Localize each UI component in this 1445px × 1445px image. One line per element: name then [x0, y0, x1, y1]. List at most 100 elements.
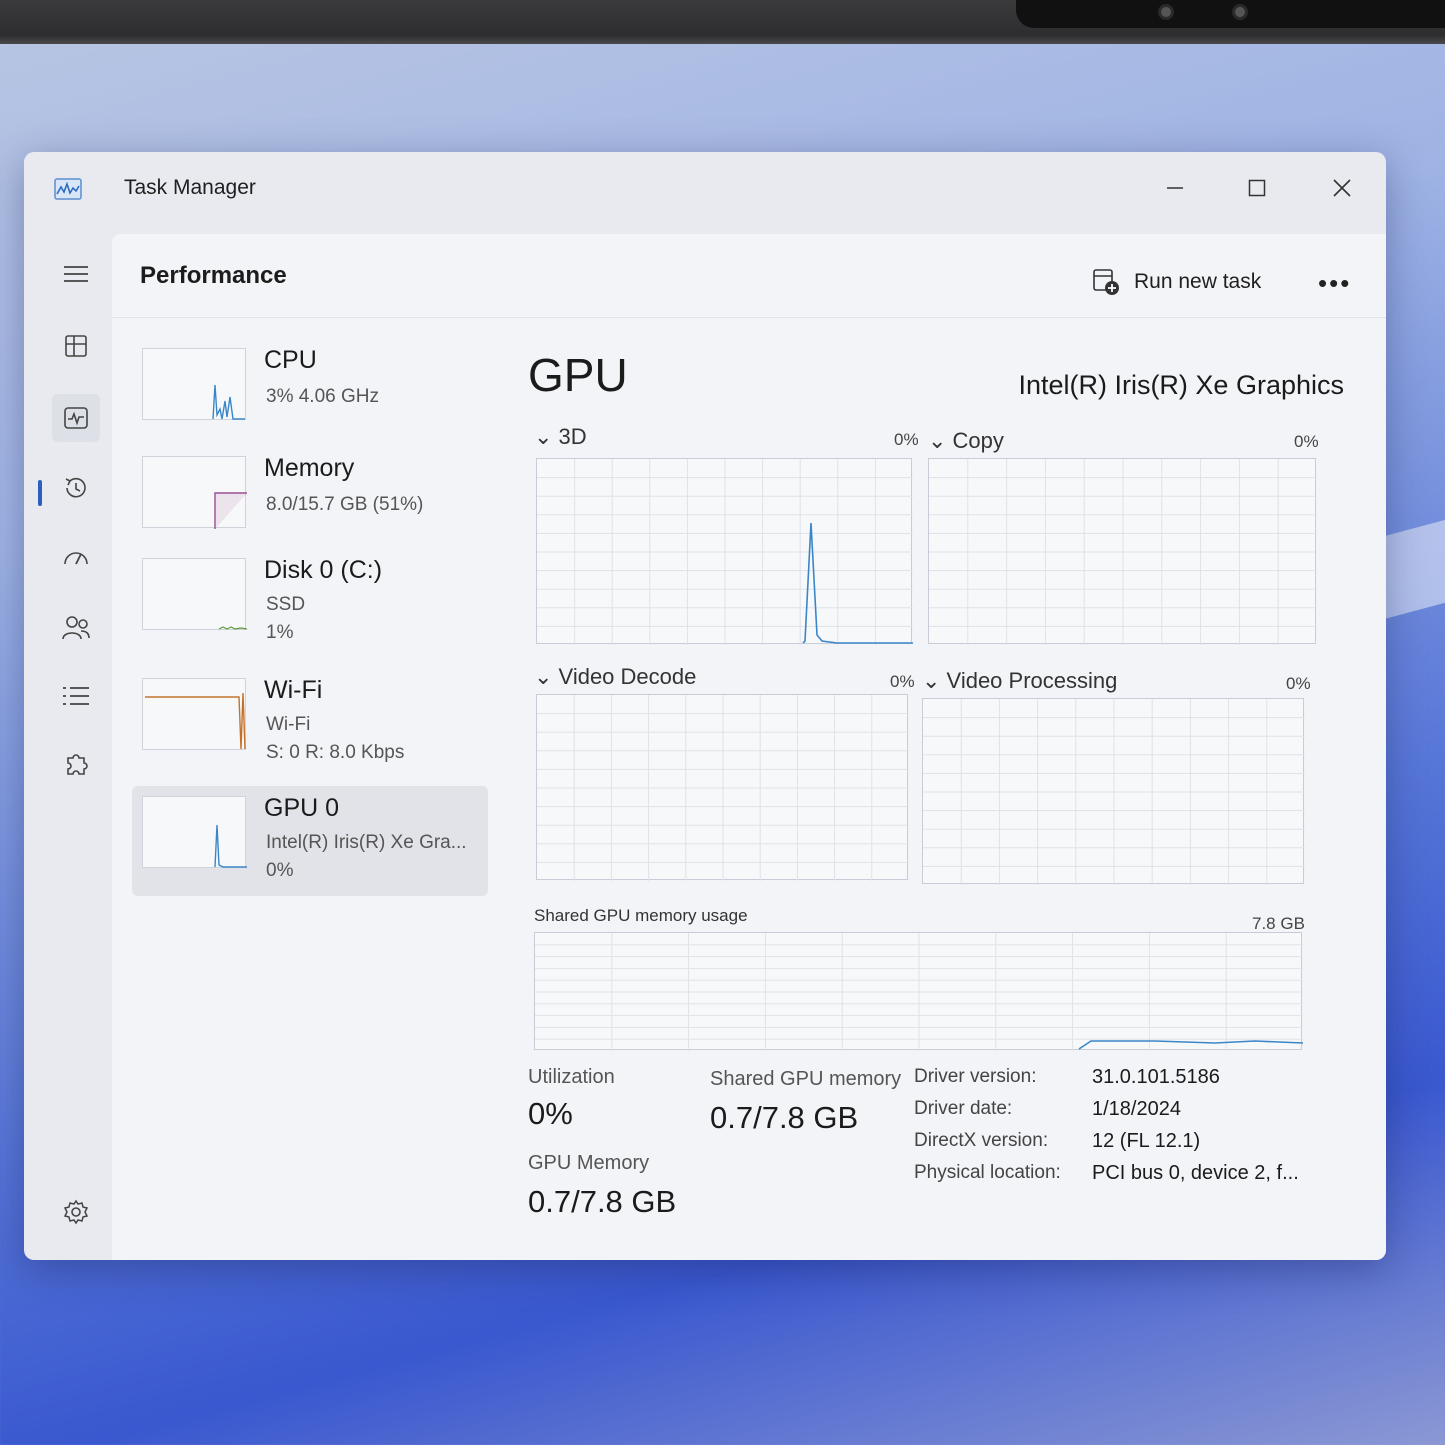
close-icon	[1333, 179, 1351, 197]
hamburger-menu-button[interactable]	[52, 250, 100, 298]
device-name: Wi-Fi	[264, 676, 323, 704]
chevron-down-icon: ⌄	[928, 428, 953, 453]
app-history-icon	[65, 477, 86, 498]
performance-icon	[64, 407, 88, 429]
engine-selector-video-decode[interactable]: ⌄ Video Decode	[534, 664, 696, 690]
directx-version-value: 12 (FL 12.1)	[1092, 1130, 1201, 1152]
graph-gridlines	[923, 699, 1305, 885]
graph-gridlines	[929, 459, 1317, 645]
gpu-memory-value: 0.7/7.8 GB	[528, 1184, 677, 1219]
navigation-rail	[24, 228, 112, 1260]
close-button[interactable]	[1319, 168, 1365, 208]
wifi-thumbnail-graph	[142, 678, 246, 750]
graph-gridlines	[535, 933, 1303, 1051]
chevron-down-icon: ⌄	[922, 668, 947, 693]
page-header: Performance Run new task •••	[112, 234, 1386, 318]
chevron-down-icon: ⌄	[534, 664, 559, 689]
nav-processes[interactable]	[52, 322, 100, 370]
device-item-disk[interactable]: Disk 0 (C:) SSD 1%	[132, 548, 488, 658]
device-item-cpu[interactable]: CPU 3% 4.06 GHz	[132, 338, 488, 448]
gpu-detail-panel: GPU Intel(R) Iris(R) Xe Graphics ⌄ 3D 0%…	[524, 338, 1344, 1238]
services-puzzle-icon	[67, 754, 88, 775]
shared-memory-graph-label: Shared GPU memory usage	[534, 906, 748, 925]
task-manager-window: Task Manager Performance Run new task ••…	[24, 152, 1386, 1260]
chevron-down-icon: ⌄	[534, 424, 559, 449]
nav-app-history[interactable]	[52, 464, 100, 512]
device-item-gpu[interactable]: GPU 0 Intel(R) Iris(R) Xe Gra... 0%	[132, 786, 488, 896]
hamburger-icon	[64, 266, 88, 282]
cpu-thumbnail-graph	[142, 348, 246, 420]
engine-percent: 0%	[1286, 674, 1311, 693]
graph-gridlines	[537, 695, 909, 881]
shared-memory-graph-max: 7.8 GB	[1252, 914, 1305, 933]
gpu-memory-label: GPU Memory	[528, 1152, 650, 1174]
run-task-icon	[1093, 269, 1119, 295]
nav-performance[interactable]	[52, 394, 100, 442]
shared-memory-graph	[534, 932, 1303, 1051]
physical-location-value: PCI bus 0, device 2, f...	[1092, 1162, 1299, 1184]
nav-startup-apps[interactable]	[52, 534, 100, 582]
device-name: Disk 0 (C:)	[264, 556, 383, 584]
run-new-task-button[interactable]: Run new task	[1092, 268, 1261, 296]
camera-sensor	[1232, 4, 1248, 20]
utilization-value: 0%	[528, 1096, 573, 1131]
driver-date-label: Driver date:	[914, 1098, 1013, 1119]
run-new-task-label: Run new task	[1134, 270, 1262, 293]
users-icon	[62, 616, 90, 640]
gpu-heading: GPU	[528, 349, 628, 401]
device-detail: 8.0/15.7 GB (51%)	[266, 494, 424, 515]
startup-apps-icon	[64, 552, 88, 565]
device-detail: 3% 4.06 GHz	[266, 386, 379, 407]
driver-date-value: 1/18/2024	[1092, 1098, 1181, 1120]
gpu-thumbnail-graph	[142, 796, 247, 868]
physical-location-label: Physical location:	[914, 1162, 1061, 1183]
device-item-wifi[interactable]: Wi-Fi Wi-Fi S: 0 R: 8.0 Kbps	[132, 668, 488, 778]
maximize-icon	[1248, 179, 1266, 197]
engine-selector-video-processing[interactable]: ⌄ Video Processing	[922, 668, 1117, 694]
device-detail: Wi-Fi	[266, 714, 311, 735]
engine-selector-copy[interactable]: ⌄ Copy	[928, 428, 1004, 454]
driver-version-value: 31.0.101.5186	[1092, 1066, 1220, 1088]
device-detail: S: 0 R: 8.0 Kbps	[266, 742, 405, 763]
title-bar[interactable]: Task Manager	[24, 152, 1386, 228]
graph-gridlines	[537, 459, 913, 645]
processes-icon	[65, 335, 87, 357]
active-indicator	[38, 480, 42, 506]
nav-details[interactable]	[52, 672, 100, 720]
device-name: GPU 0	[264, 794, 340, 822]
gpu-device-name: Intel(R) Iris(R) Xe Graphics	[1018, 370, 1344, 400]
device-item-memory[interactable]: Memory 8.0/15.7 GB (51%)	[132, 446, 488, 556]
minimize-icon	[1167, 187, 1183, 189]
device-detail: Intel(R) Iris(R) Xe Gra...	[266, 832, 467, 853]
camera-lens	[1158, 4, 1174, 20]
device-name: Memory	[264, 454, 355, 482]
minimize-button[interactable]	[1152, 168, 1198, 208]
engine-graph-video-processing	[922, 698, 1305, 885]
device-detail: 0%	[266, 860, 294, 881]
device-detail: SSD	[266, 594, 306, 615]
nav-services[interactable]	[52, 742, 100, 790]
disk-thumbnail-graph	[142, 558, 248, 630]
engine-percent: 0%	[890, 672, 915, 691]
gear-icon	[63, 1199, 89, 1225]
shared-gpu-memory-label: Shared GPU memory	[710, 1068, 902, 1090]
engine-selector-3d[interactable]: ⌄ 3D	[534, 424, 587, 450]
engine-percent: 0%	[1294, 432, 1319, 451]
window-title: Task Manager	[124, 176, 256, 199]
shared-gpu-memory-value: 0.7/7.8 GB	[710, 1100, 859, 1135]
laptop-bezel	[0, 0, 1445, 44]
details-list-icon	[63, 687, 89, 705]
camera-housing	[1016, 0, 1445, 28]
device-name: CPU	[264, 346, 317, 374]
engine-percent: 0%	[894, 430, 919, 449]
nav-users[interactable]	[52, 604, 100, 652]
maximize-button[interactable]	[1234, 168, 1280, 208]
more-options-button[interactable]: •••	[1318, 268, 1351, 299]
utilization-label: Utilization	[528, 1066, 615, 1088]
driver-version-label: Driver version:	[914, 1066, 1037, 1087]
engine-graph-video-decode	[536, 694, 909, 881]
task-manager-app-icon	[54, 178, 82, 200]
directx-version-label: DirectX version:	[914, 1130, 1049, 1151]
page-title: Performance	[140, 262, 287, 289]
settings-button[interactable]	[52, 1188, 100, 1236]
